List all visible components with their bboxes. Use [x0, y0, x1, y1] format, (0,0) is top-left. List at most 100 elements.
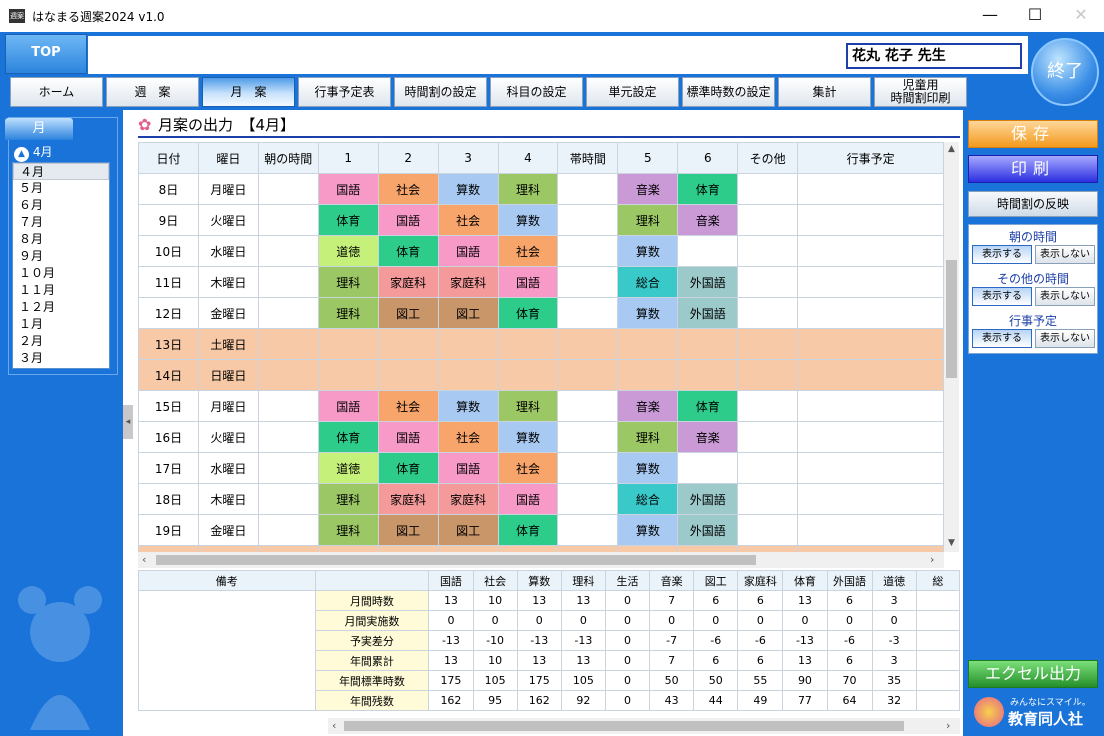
period-cell[interactable]: 外国語: [677, 297, 739, 329]
period-cell[interactable]: 体育: [677, 390, 739, 422]
band-time-cell[interactable]: [557, 173, 619, 205]
period-cell[interactable]: 算数: [617, 452, 679, 484]
event-cell[interactable]: [797, 173, 944, 205]
month-item[interactable]: ６月: [13, 197, 109, 214]
date-cell[interactable]: 12日: [138, 297, 199, 329]
period-cell[interactable]: 体育: [377, 235, 439, 267]
period-cell[interactable]: 社会: [437, 421, 499, 453]
month-item[interactable]: ８月: [13, 231, 109, 248]
weekday-cell[interactable]: 水曜日: [197, 235, 259, 267]
date-cell[interactable]: 13日: [138, 328, 199, 360]
scroll-left-icon[interactable]: ‹: [142, 552, 146, 568]
month-current[interactable]: ▲ 4月: [14, 143, 112, 162]
event-show-button[interactable]: 表示する: [972, 329, 1032, 348]
event-cell[interactable]: [797, 328, 944, 360]
period-cell[interactable]: 図工: [437, 514, 499, 546]
period-cell[interactable]: 外国語: [677, 483, 739, 515]
date-cell[interactable]: 10日: [138, 235, 199, 267]
period-cell[interactable]: 体育: [497, 514, 559, 546]
period-cell[interactable]: 社会: [377, 390, 439, 422]
period-cell[interactable]: [437, 328, 499, 360]
month-item[interactable]: ３月: [13, 350, 109, 367]
period-cell[interactable]: 音楽: [677, 204, 739, 236]
period-cell[interactable]: 音楽: [677, 421, 739, 453]
chevron-up-icon[interactable]: ▲: [14, 147, 29, 162]
event-cell[interactable]: [797, 359, 944, 391]
morning-cell[interactable]: [257, 483, 319, 515]
period-cell[interactable]: 理科: [317, 297, 379, 329]
period-cell[interactable]: 算数: [497, 421, 559, 453]
scroll-right-icon[interactable]: ›: [930, 552, 934, 568]
morning-cell[interactable]: [257, 514, 319, 546]
other-cell[interactable]: [737, 204, 799, 236]
event-cell[interactable]: [797, 514, 944, 546]
month-tab[interactable]: 月: [5, 118, 73, 140]
month-item[interactable]: １２月: [13, 299, 109, 316]
period-cell[interactable]: 外国語: [677, 514, 739, 546]
summary-horizontal-scrollbar[interactable]: ‹ ›: [328, 718, 960, 734]
period-cell[interactable]: 理科: [317, 483, 379, 515]
period-cell[interactable]: 国語: [497, 483, 559, 515]
month-item[interactable]: ７月: [13, 214, 109, 231]
period-cell[interactable]: 国語: [497, 266, 559, 298]
scroll-up-icon[interactable]: ▲: [944, 144, 959, 154]
date-cell[interactable]: 15日: [138, 390, 199, 422]
date-cell[interactable]: 11日: [138, 266, 199, 298]
morning-cell[interactable]: [257, 266, 319, 298]
weekday-cell[interactable]: 金曜日: [197, 297, 259, 329]
scroll-left-icon[interactable]: ‹: [332, 718, 336, 734]
weekday-cell[interactable]: 火曜日: [197, 421, 259, 453]
event-cell[interactable]: [797, 483, 944, 515]
month-item[interactable]: １１月: [13, 282, 109, 299]
month-item[interactable]: ２月: [13, 333, 109, 350]
grid-vertical-scrollbar[interactable]: ▲ ▼: [944, 142, 959, 552]
nav-button-1[interactable]: 週 案: [106, 77, 199, 107]
morning-cell[interactable]: [257, 204, 319, 236]
nav-button-7[interactable]: 標準時数の設定: [682, 77, 775, 107]
period-cell[interactable]: 国語: [377, 421, 439, 453]
print-button[interactable]: 印刷: [968, 155, 1098, 183]
period-cell[interactable]: 外国語: [677, 266, 739, 298]
band-time-cell[interactable]: [557, 514, 619, 546]
period-cell[interactable]: 算数: [497, 204, 559, 236]
other-hide-button[interactable]: 表示しない: [1035, 287, 1095, 306]
event-cell[interactable]: [797, 204, 944, 236]
period-cell[interactable]: 音楽: [617, 173, 679, 205]
period-cell[interactable]: 国語: [317, 390, 379, 422]
weekday-cell[interactable]: 木曜日: [197, 483, 259, 515]
other-cell[interactable]: [737, 514, 799, 546]
date-cell[interactable]: 18日: [138, 483, 199, 515]
other-cell[interactable]: [737, 328, 799, 360]
period-cell[interactable]: 体育: [497, 297, 559, 329]
period-cell[interactable]: 図工: [377, 297, 439, 329]
grid-horizontal-scrollbar[interactable]: ‹ ›: [138, 552, 944, 568]
close-button[interactable]: ✕: [1058, 0, 1104, 32]
other-cell[interactable]: [737, 359, 799, 391]
period-cell[interactable]: [617, 328, 679, 360]
period-cell[interactable]: 体育: [317, 421, 379, 453]
band-time-cell[interactable]: [557, 390, 619, 422]
event-cell[interactable]: [797, 266, 944, 298]
period-cell[interactable]: [677, 452, 739, 484]
period-cell[interactable]: 社会: [497, 235, 559, 267]
period-cell[interactable]: [497, 328, 559, 360]
nav-button-2[interactable]: 月 案: [202, 77, 295, 107]
period-cell[interactable]: 社会: [377, 173, 439, 205]
nav-button-0[interactable]: ホーム: [10, 77, 103, 107]
period-cell[interactable]: 家庭科: [377, 483, 439, 515]
morning-cell[interactable]: [257, 173, 319, 205]
other-cell[interactable]: [737, 452, 799, 484]
period-cell[interactable]: [317, 359, 379, 391]
date-cell[interactable]: 16日: [138, 421, 199, 453]
top-tab[interactable]: TOP: [5, 34, 87, 74]
event-cell[interactable]: [797, 235, 944, 267]
save-button[interactable]: 保存: [968, 120, 1098, 148]
period-cell[interactable]: 道徳: [317, 452, 379, 484]
nav-button-5[interactable]: 科目の設定: [490, 77, 583, 107]
nav-button-3[interactable]: 行事予定表: [298, 77, 391, 107]
other-cell[interactable]: [737, 297, 799, 329]
weekday-cell[interactable]: 火曜日: [197, 204, 259, 236]
date-cell[interactable]: 17日: [138, 452, 199, 484]
period-cell[interactable]: 国語: [437, 235, 499, 267]
period-cell[interactable]: 理科: [317, 266, 379, 298]
